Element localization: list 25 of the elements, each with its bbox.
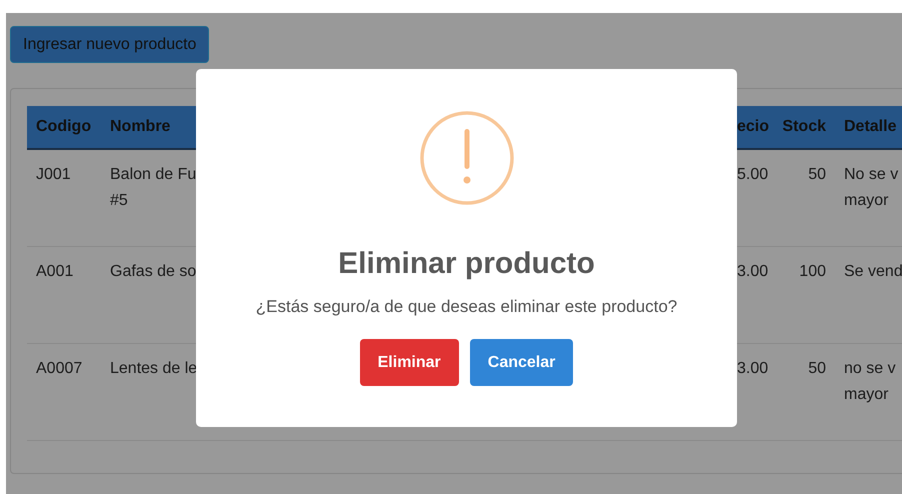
table-cell-text: 50 xyxy=(807,165,826,185)
column-header: Detalle xyxy=(844,118,896,136)
new-product-button[interactable]: Ingresar nuevo producto xyxy=(10,26,210,63)
dialog-message: ¿Estás seguro/a de que deseas eliminar este producto? xyxy=(256,297,678,317)
table-cell-text: A001 xyxy=(35,262,74,282)
table-cell-text: 100 xyxy=(798,262,826,282)
table-cell-text: 3.00 xyxy=(737,359,770,379)
table-cell-text: Gafas de so xyxy=(110,262,196,282)
table-cell-text: 50 xyxy=(807,359,826,379)
column-header: Codigo xyxy=(35,118,92,136)
dialog-button[interactable]: Eliminar xyxy=(360,339,459,386)
column-header: ecio xyxy=(737,118,770,136)
warning-icon xyxy=(420,111,514,205)
table-cell-text: Se vend xyxy=(844,262,902,282)
table-cell-text: A0007 xyxy=(35,359,84,379)
dialog-title: Eliminar producto xyxy=(338,247,595,281)
column-header: Stock xyxy=(781,118,826,136)
table-cell-text: No se v mayor xyxy=(844,165,898,211)
dialog-button[interactable]: Cancelar xyxy=(470,339,574,386)
table-cell-text: 3.00 xyxy=(737,262,770,282)
table-cell-text: J001 xyxy=(35,165,72,185)
column-header: Nombre xyxy=(110,118,172,136)
table-cell-text: Balon de Fu #5 xyxy=(110,165,196,211)
table-cell-text: no se v mayor xyxy=(844,359,896,405)
table-cell-text: 5.00 xyxy=(737,165,770,185)
